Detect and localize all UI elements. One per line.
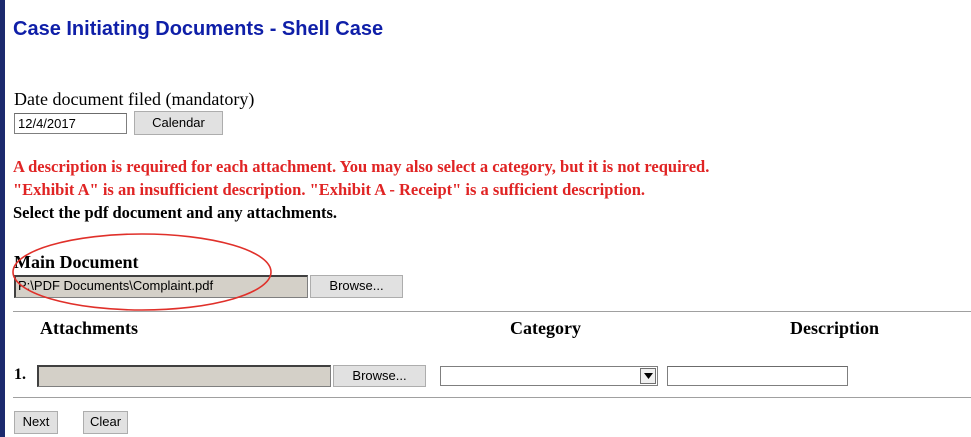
attachments-header: Attachments <box>40 318 138 338</box>
notice-description-required: A description is required for each attac… <box>13 157 710 176</box>
description-header: Description <box>790 318 879 338</box>
attachment-row-number: 1. <box>14 366 26 383</box>
page: Case Initiating Documents - Shell Case D… <box>5 0 971 437</box>
description-input[interactable] <box>667 366 848 386</box>
attachment-browse-button[interactable]: Browse... <box>333 365 426 387</box>
notice-exhibit-example: "Exhibit A" is an insufficient descripti… <box>13 180 646 199</box>
category-select[interactable] <box>440 366 658 386</box>
main-document-label: Main Document <box>14 252 139 272</box>
chevron-down-icon[interactable] <box>640 368 656 384</box>
category-header: Category <box>510 318 581 338</box>
section-divider <box>13 311 971 312</box>
next-button[interactable]: Next <box>14 411 58 434</box>
main-document-file-input[interactable]: P:\PDF Documents\Complaint.pdf <box>14 275 308 298</box>
page-title: Case Initiating Documents - Shell Case <box>13 18 384 40</box>
date-filed-label: Date document filed (mandatory) <box>14 89 255 109</box>
clear-button[interactable]: Clear <box>83 411 128 434</box>
footer-divider <box>13 397 971 398</box>
date-filed-input[interactable]: 12/4/2017 <box>14 113 127 134</box>
main-document-browse-button[interactable]: Browse... <box>310 275 403 298</box>
calendar-button[interactable]: Calendar <box>134 111 223 135</box>
instruction-text: Select the pdf document and any attachme… <box>13 203 338 222</box>
attachment-file-input[interactable] <box>37 365 331 387</box>
